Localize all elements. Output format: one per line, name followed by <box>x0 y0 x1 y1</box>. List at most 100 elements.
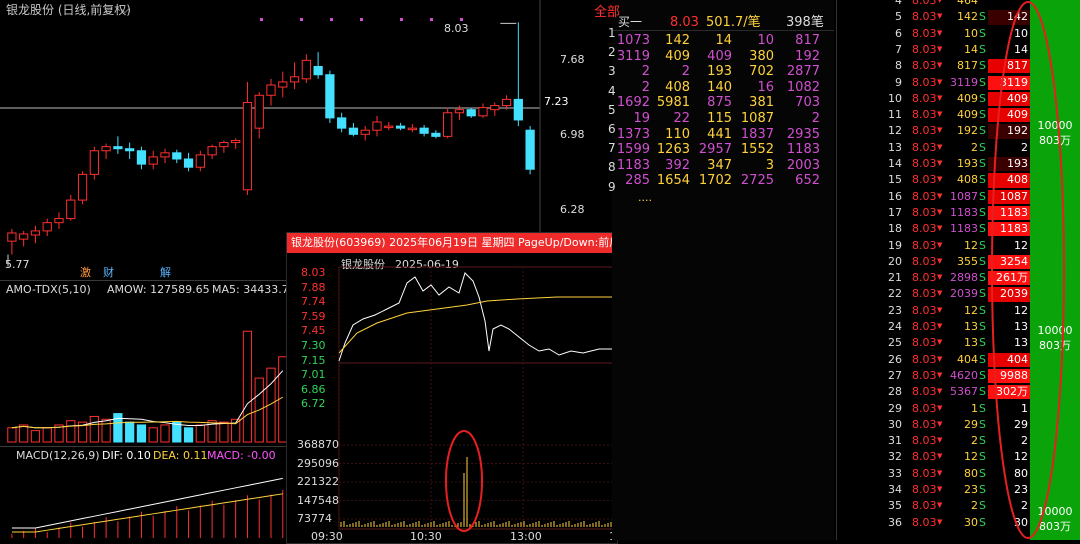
macd-chart[interactable] <box>0 462 290 540</box>
candle-body <box>125 148 135 152</box>
amo-bar <box>183 427 194 443</box>
time-tick-1300: 13:00 <box>510 530 542 543</box>
amo-chart[interactable] <box>0 296 290 446</box>
candle-body <box>443 112 453 137</box>
candle-body <box>384 125 394 129</box>
tick-index: 22 <box>888 287 902 301</box>
order-queue-cell: 1654 <box>656 173 690 189</box>
low-price-label: 5.77 <box>5 258 30 271</box>
tick-index: 33 <box>888 466 902 480</box>
tick-volume: 1 <box>971 401 978 415</box>
tick-volume: 5367 <box>950 385 978 399</box>
tick-index: 15 <box>888 173 902 187</box>
amo-bar <box>30 430 41 443</box>
amo-bar <box>160 424 170 443</box>
candle-body <box>372 121 382 131</box>
candle-body <box>501 98 512 107</box>
tick-volume: 193 <box>957 157 978 170</box>
order-queue-cell: 380 <box>749 48 774 64</box>
amo-bar <box>195 424 205 443</box>
order-queue-cell: 19 <box>633 111 650 126</box>
chart-title: 银龙股份 (日线,前复权) <box>6 3 131 17</box>
down-arrow-icon: ▼ <box>937 142 943 151</box>
down-arrow-icon: ▼ <box>937 501 943 510</box>
amo-bar <box>101 418 111 443</box>
order-queue-cell: 5981 <box>656 95 690 111</box>
order-book-panel[interactable]: 买一 8.03 501.7/笔 398笔 1073 142 14 10 817 3119 4… <box>612 0 834 540</box>
candle-body <box>407 127 417 131</box>
candle-body <box>54 218 64 224</box>
down-arrow-icon: ▼ <box>937 289 943 298</box>
tick-index: 29 <box>888 401 902 415</box>
tick-price: 8.03 <box>912 238 937 252</box>
down-arrow-icon: ▼ <box>937 322 943 330</box>
order-queue-more[interactable]: .... <box>638 192 652 203</box>
tick-price: 8.03 <box>912 10 937 24</box>
tick-index: 18 <box>888 222 902 236</box>
tick-volume: 2 <box>971 140 978 154</box>
order-queue-cell: 1373 <box>616 126 650 142</box>
event-marker-cai[interactable]: 财 <box>103 267 114 278</box>
tick-volume: 12 <box>964 303 978 317</box>
amo-title: AMO-TDX(5,10) <box>6 283 91 296</box>
tick-volume: 1183 <box>950 222 978 236</box>
amo-bar <box>136 424 147 443</box>
tick-volume: 2 <box>971 434 978 448</box>
down-arrow-icon: ▼ <box>937 273 943 282</box>
tick-price: 8.03 <box>912 205 937 219</box>
down-arrow-icon: ▼ <box>937 387 943 396</box>
tick-index: 16 <box>888 189 902 203</box>
down-arrow-icon: ▼ <box>937 452 943 461</box>
tick-list-panel[interactable]: 4 8.03 ▼ 464 5 8.03 ▼ 142 S 142 6 8.03 ▼ 10 S 10 7 8.03 ▼ 1… <box>836 0 1080 540</box>
tick-price: 8.03 <box>912 59 937 73</box>
order-queue-cell: 1073 <box>616 33 650 48</box>
candle-body <box>66 199 76 220</box>
down-arrow-icon: ▼ <box>937 126 943 135</box>
tick-price: 8.03 <box>912 157 937 170</box>
tick-volume: 80 <box>964 466 978 480</box>
tick-volume: 2 <box>971 499 978 513</box>
down-arrow-icon: ▼ <box>937 12 943 21</box>
candle-body <box>278 81 288 88</box>
down-arrow-icon: ▼ <box>937 354 943 363</box>
event-marker-ji[interactable]: 激 <box>80 267 91 278</box>
order-queue-cell: 2 <box>681 64 690 80</box>
tick-price: 8.03 <box>912 401 937 415</box>
order-queue-cell: 10 <box>757 33 774 48</box>
tick-index: 35 <box>888 499 902 513</box>
tick-index: 7 <box>895 42 902 56</box>
order-queue-cell: 875 <box>707 95 732 111</box>
macd-title: MACD(12,26,9) <box>16 449 100 462</box>
tick-index: 17 <box>888 205 902 219</box>
candle-body <box>325 74 335 119</box>
tick-price: 8.03 <box>912 75 937 89</box>
candle-body <box>513 98 523 121</box>
amo-bar <box>89 415 99 443</box>
order-queue-cell: 703 <box>795 95 820 111</box>
tick-volume: 409 <box>957 108 978 122</box>
candle-body <box>254 94 264 129</box>
tick-price: 8.03 <box>912 222 937 236</box>
tick-volume: 10 <box>964 26 978 40</box>
amo-bar <box>219 421 229 443</box>
candle-body <box>113 146 123 150</box>
tick-index: 11 <box>888 108 902 122</box>
intraday-price-line <box>338 272 615 362</box>
intraday-chart[interactable] <box>287 233 617 543</box>
order-queue-cell: 192 <box>795 48 820 64</box>
tick-volume: 30 <box>964 515 978 529</box>
tick-price: 8.03 <box>912 124 937 138</box>
tick-index: 31 <box>888 434 902 448</box>
intraday-popup[interactable]: 银龙股份(603969) 2025年06月19日 星期四 PageUp/Down… <box>286 232 618 544</box>
macd-dif-line <box>11 477 283 529</box>
tick-volume: 14 <box>964 42 978 56</box>
current-price-tag: 7.23 <box>542 95 571 108</box>
chevron-down-icon[interactable]: ⌵ <box>120 3 130 16</box>
tick-index: 34 <box>888 483 902 496</box>
candle-body <box>313 66 323 76</box>
event-marker-jie[interactable]: 解 <box>160 267 171 278</box>
down-arrow-icon: ▼ <box>937 403 943 412</box>
intraday-avg-line <box>338 296 615 354</box>
order-queue-cell: 817 <box>795 33 820 48</box>
tick-index: 6 <box>895 26 902 40</box>
